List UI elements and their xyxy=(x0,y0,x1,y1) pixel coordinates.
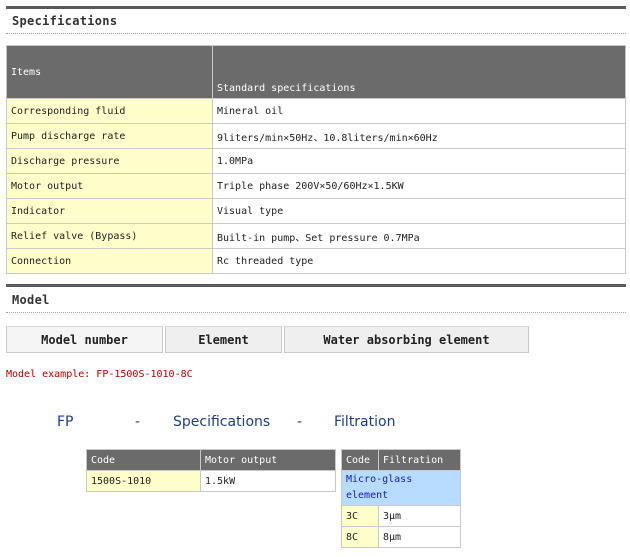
items-header: Items xyxy=(6,45,213,99)
spec-item: Indicator xyxy=(6,198,213,224)
table-row: Relief valve (Bypass) Built-in pump、Set … xyxy=(6,223,626,249)
code-part-specifications: Specifications xyxy=(173,414,271,430)
tab-element[interactable]: Element xyxy=(165,326,282,353)
spec-item: Corresponding fluid xyxy=(6,98,213,124)
table-row: Indicator Visual type xyxy=(6,198,626,224)
spec-item: Pump discharge rate xyxy=(6,123,213,149)
table-row: 1500S-1010 1.5kW xyxy=(86,470,336,492)
tab-water-absorbing-element[interactable]: Water absorbing element xyxy=(284,326,529,353)
spec-item: Connection xyxy=(6,248,213,274)
table-row: Discharge pressure 1.0MPa xyxy=(6,148,626,174)
motor-output: 1.5kW xyxy=(200,470,336,492)
specifications-table: Items Standard specifications Correspond… xyxy=(6,45,626,274)
code-part-prefix: FP xyxy=(57,414,74,430)
table-row: 8C 8μm xyxy=(341,526,461,548)
section-divider xyxy=(6,33,626,34)
spec-code: 1500S-1010 xyxy=(86,470,201,492)
code-separator: - xyxy=(297,414,303,430)
table-header-row: Items Standard specifications xyxy=(6,45,626,99)
spec-item: Relief valve (Bypass) xyxy=(6,223,213,249)
spec-value: Built-in pump、Set pressure 0.7MPa xyxy=(212,223,626,249)
section-bar xyxy=(6,284,626,287)
table-row: Pump discharge rate 9liters/min×50Hz、10.… xyxy=(6,123,626,149)
micro-glass-element-label: Micro-glass element xyxy=(341,470,461,506)
spec-value: Triple phase 200V×50/60Hz×1.5KW xyxy=(212,173,626,199)
filtration-header: Filtration xyxy=(378,449,461,471)
section-divider xyxy=(6,312,626,313)
standard-spec-header: Standard specifications xyxy=(212,45,626,99)
filtration-value: 3μm xyxy=(378,505,461,527)
filtration-code: 3C xyxy=(341,505,379,527)
model-spec-table: Code Motor output 1500S-1010 1.5kW xyxy=(86,449,336,492)
table-header-row: Code Filtration xyxy=(341,449,461,471)
filtration-value: 8μm xyxy=(378,526,461,548)
motor-output-header: Motor output xyxy=(200,449,336,471)
spec-value: Visual type xyxy=(212,198,626,224)
filtration-code: 8C xyxy=(341,526,379,548)
filtration-table: Code Filtration Micro-glass element 3C 3… xyxy=(341,449,461,548)
section-bar xyxy=(6,6,626,9)
table-header-row: Code Motor output xyxy=(86,449,336,471)
specifications-title: Specifications xyxy=(12,14,118,28)
code-separator: - xyxy=(135,414,141,430)
table-row: Corresponding fluid Mineral oil xyxy=(6,98,626,124)
code-header: Code xyxy=(341,449,379,471)
tab-model-number[interactable]: Model number xyxy=(6,326,163,353)
table-row: Motor output Triple phase 200V×50/60Hz×1… xyxy=(6,173,626,199)
spec-value: 9liters/min×50Hz、10.8liters/min×60Hz xyxy=(212,123,626,149)
spec-item: Discharge pressure xyxy=(6,148,213,174)
model-example: Model example: FP-1500S-1010-8C xyxy=(6,369,193,380)
spec-value: Mineral oil xyxy=(212,98,626,124)
table-row: 3C 3μm xyxy=(341,505,461,527)
model-title: Model xyxy=(12,293,50,307)
table-row: Connection Rc threaded type xyxy=(6,248,626,274)
code-part-filtration: Filtration xyxy=(334,414,396,430)
spec-value: 1.0MPa xyxy=(212,148,626,174)
table-group-row: Micro-glass element xyxy=(341,470,461,506)
spec-item: Motor output xyxy=(6,173,213,199)
spec-value: Rc threaded type xyxy=(212,248,626,274)
code-header: Code xyxy=(86,449,201,471)
